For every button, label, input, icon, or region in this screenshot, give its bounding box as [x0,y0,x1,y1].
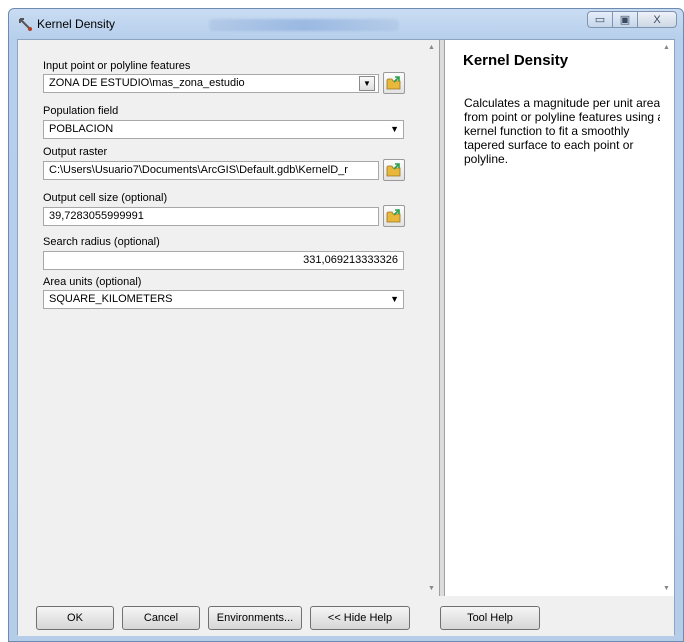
chevron-down-icon: ▼ [390,124,399,134]
tool-dialog-window: Kernel Density ▭ ▣ X Input point or poly… [8,8,684,642]
input-features-combo[interactable]: ZONA DE ESTUDIO\mas_zona_estudio ▼ [43,74,379,93]
output-raster-input[interactable]: C:\Users\Usuario7\Documents\ArcGIS\Defau… [43,161,379,180]
input-features-label: Input point or polyline features [43,60,191,72]
scroll-up-icon[interactable]: ▲ [663,44,670,51]
window-controls: ▭ ▣ X [587,11,677,29]
minimize-button[interactable]: ▭ [587,11,613,28]
output-raster-value: C:\Users\Usuario7\Documents\ArcGIS\Defau… [49,164,348,176]
hide-help-button[interactable]: << Hide Help [310,606,410,630]
ok-button[interactable]: OK [36,606,114,630]
maximize-button[interactable]: ▣ [612,11,638,28]
close-button[interactable]: X [637,11,677,28]
cell-size-value: 39,7283055999991 [49,210,144,222]
help-scrollbar[interactable]: ▲ ▼ [660,40,674,596]
cell-size-input[interactable]: 39,7283055999991 [43,207,379,226]
search-radius-label: Search radius (optional) [43,236,160,248]
help-description: Calculates a magnitude per unit area fro… [464,96,665,166]
search-radius-input[interactable]: 331,069213333326 [43,251,404,270]
scroll-up-icon[interactable]: ▲ [428,44,435,51]
area-units-select[interactable]: SQUARE_KILOMETERS ▼ [43,290,404,309]
cancel-button[interactable]: Cancel [122,606,200,630]
parameters-panel: Input point or polyline features ZONA DE… [18,40,440,596]
kernel-density-tool-icon [19,18,32,31]
environments-button[interactable]: Environments... [208,606,302,630]
population-field-select[interactable]: POBLACION ▼ [43,120,404,139]
scroll-down-icon[interactable]: ▼ [428,585,435,592]
search-radius-value: 331,069213333326 [303,254,398,266]
button-bar: OK Cancel Environments... << Hide Help T… [18,596,674,636]
output-raster-label: Output raster [43,146,108,158]
chevron-down-icon[interactable]: ▼ [359,76,375,91]
blurred-titlebar-area [209,19,399,31]
parameters-scrollbar[interactable]: ▲ ▼ [425,40,439,596]
window-title: Kernel Density [37,17,116,31]
population-field-label: Population field [43,105,119,117]
cell-size-label: Output cell size (optional) [43,192,168,204]
folder-browse-icon [386,76,401,90]
help-title: Kernel Density [463,52,569,69]
folder-browse-icon [386,163,401,177]
input-features-browse-button[interactable] [383,72,405,94]
scroll-down-icon[interactable]: ▼ [663,585,670,592]
chevron-down-icon: ▼ [390,294,399,304]
output-raster-browse-button[interactable] [383,159,405,181]
tool-help-button[interactable]: Tool Help [440,606,540,630]
area-units-label: Area units (optional) [43,276,142,288]
input-features-value: ZONA DE ESTUDIO\mas_zona_estudio [49,77,245,89]
dialog-client-area: Input point or polyline features ZONA DE… [17,39,675,636]
folder-browse-icon [386,209,401,223]
area-units-value: SQUARE_KILOMETERS [49,293,173,305]
help-panel: Kernel Density Calculates a magnitude pe… [444,40,674,596]
cell-size-browse-button[interactable] [383,205,405,227]
title-bar[interactable]: Kernel Density ▭ ▣ X [9,9,683,39]
population-field-value: POBLACION [49,123,114,135]
